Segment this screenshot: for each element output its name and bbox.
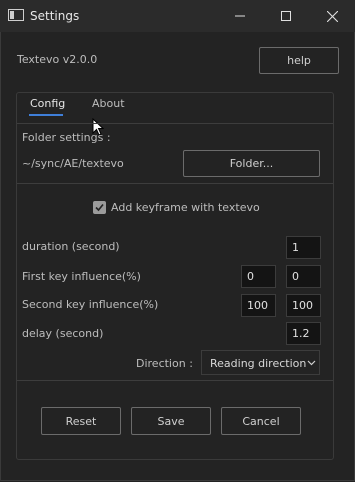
keyframe-checkbox[interactable]: [93, 201, 106, 214]
active-tab-indicator: [29, 114, 63, 116]
folder-path: ~/sync/AE/textevo: [22, 157, 124, 170]
duration-label: duration (second): [22, 240, 120, 253]
checkmark-icon: [95, 203, 104, 212]
first-key-field-2[interactable]: [286, 265, 321, 288]
maximize-icon: [281, 11, 291, 21]
title-bar: Settings: [0, 0, 355, 32]
folder-settings-heading: Folder settings :: [22, 131, 111, 144]
app-icon: [8, 9, 24, 21]
tab-config[interactable]: Config: [30, 97, 65, 110]
tab-about[interactable]: About: [92, 97, 125, 110]
close-button[interactable]: [309, 0, 355, 32]
version-label: Textevo v2.0.0: [17, 53, 98, 66]
separator: [17, 380, 333, 381]
keyframe-label: Add keyframe with textevo: [111, 201, 260, 214]
save-button[interactable]: Save: [131, 407, 211, 435]
cancel-button[interactable]: Cancel: [221, 407, 301, 435]
second-key-field-1[interactable]: [241, 294, 276, 317]
minimize-button[interactable]: [217, 0, 263, 32]
chevron-down-icon: [307, 360, 316, 366]
reset-button[interactable]: Reset: [41, 407, 121, 435]
second-key-field-2[interactable]: [286, 294, 321, 317]
folder-button[interactable]: Folder...: [183, 150, 320, 177]
direction-selected-value: Reading direction: [210, 357, 307, 370]
first-key-label: First key influence(%): [22, 270, 141, 283]
help-button[interactable]: help: [259, 47, 339, 74]
direction-label: Direction :: [136, 357, 193, 370]
first-key-field-1[interactable]: [241, 265, 276, 288]
close-icon: [326, 10, 338, 22]
separator: [17, 183, 333, 184]
duration-field[interactable]: [286, 236, 321, 259]
window-title: Settings: [30, 9, 80, 23]
direction-select[interactable]: Reading direction: [201, 350, 320, 375]
delay-field[interactable]: [286, 322, 321, 345]
delay-label: delay (second): [22, 327, 104, 340]
maximize-button[interactable]: [263, 0, 309, 32]
minimize-icon: [235, 15, 245, 17]
second-key-label: Second key influence(%): [22, 298, 159, 311]
separator: [17, 123, 333, 124]
